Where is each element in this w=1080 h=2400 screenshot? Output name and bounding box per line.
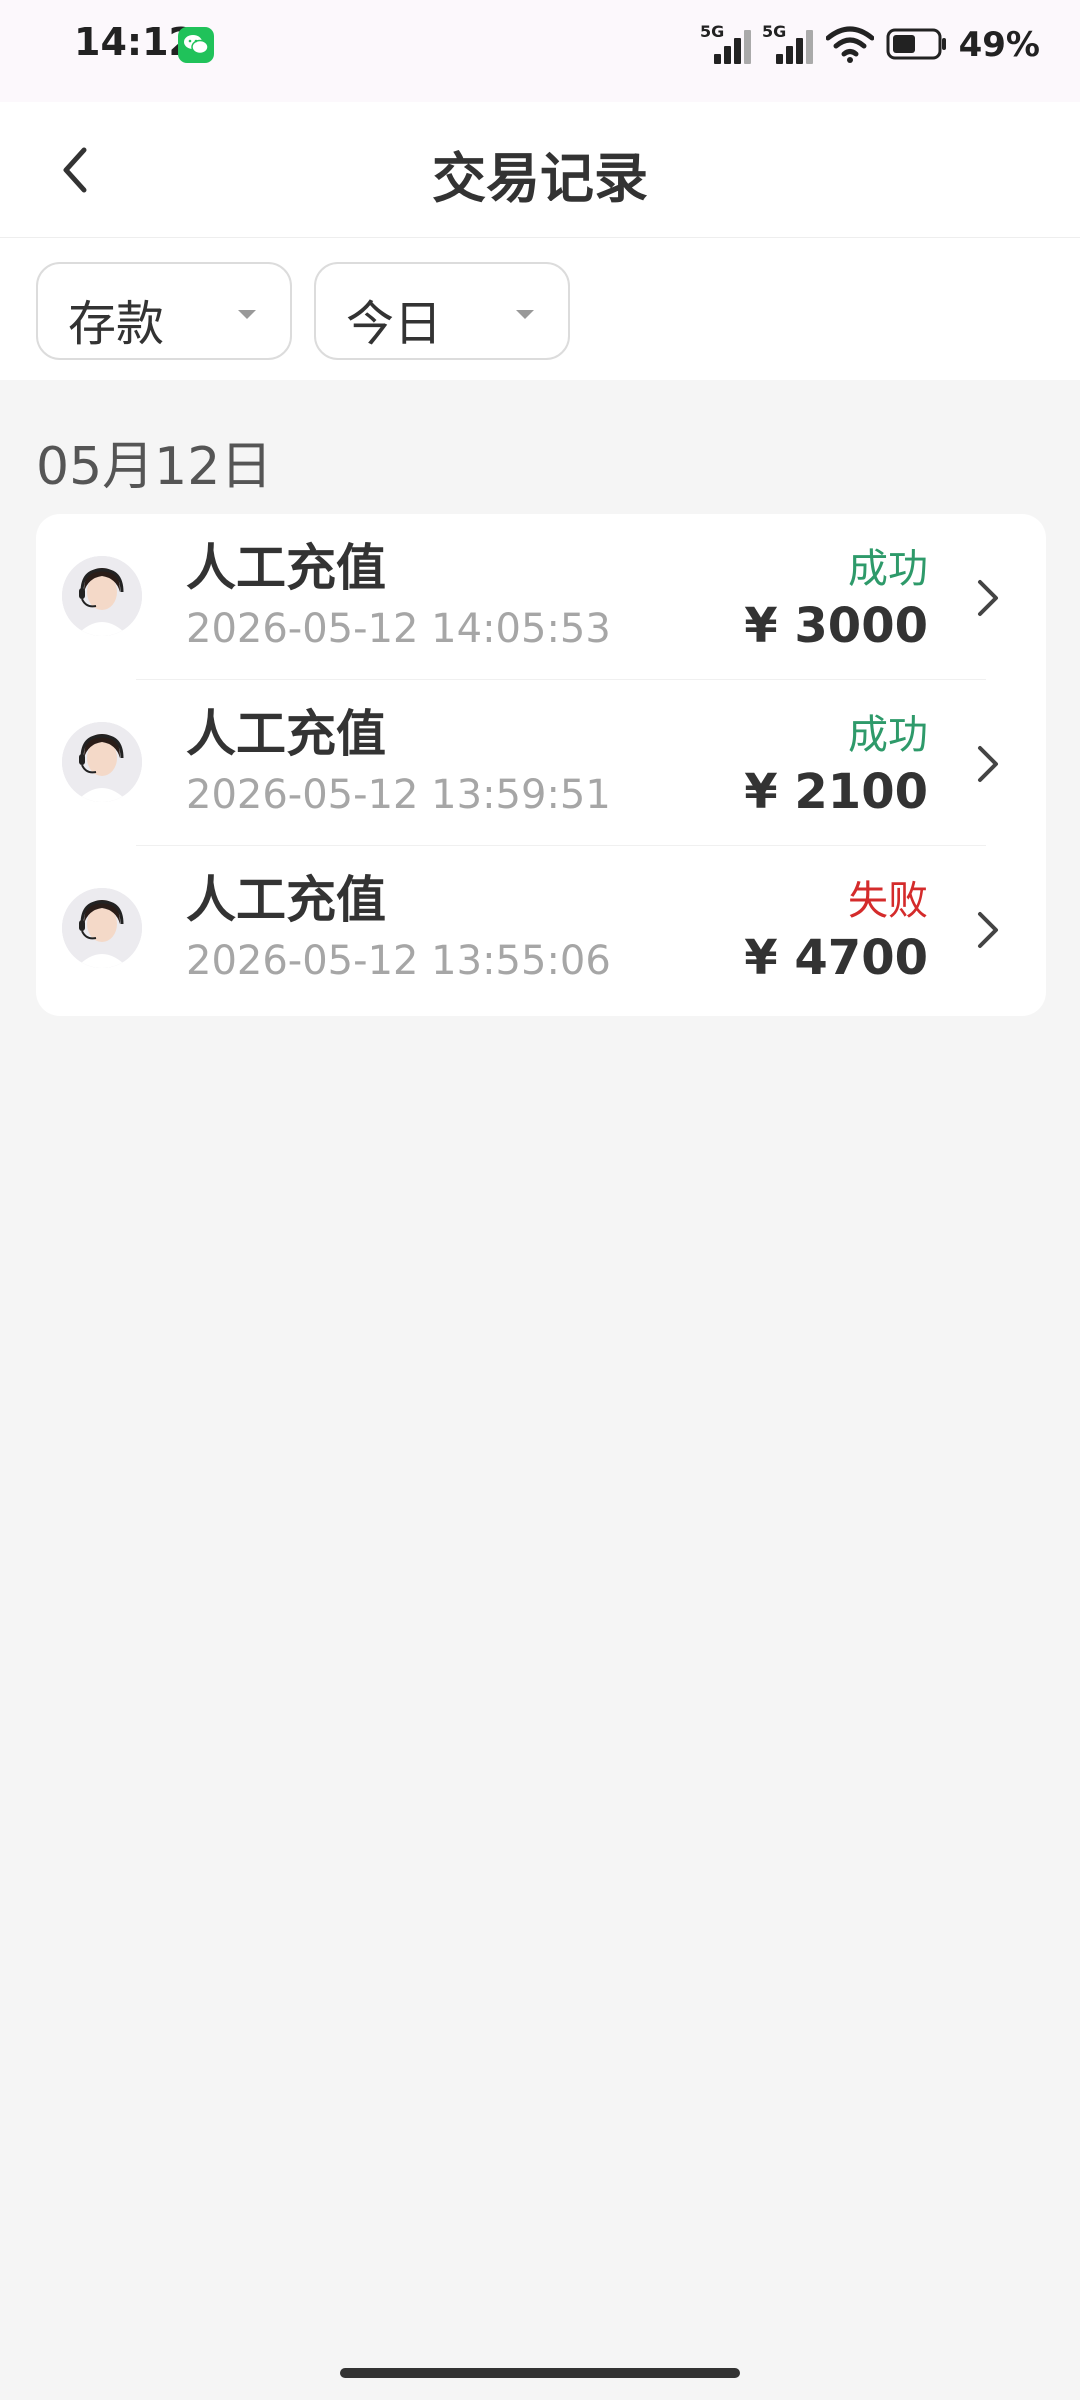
status-label: 成功 [848, 546, 928, 592]
type-filter-dropdown[interactable]: 存款 [36, 262, 292, 360]
chevron-right-icon [978, 580, 998, 616]
agent-avatar [62, 888, 142, 968]
type-filter-value: 存款 [68, 296, 165, 352]
chevron-right-icon [978, 912, 998, 948]
transaction-list: 人工充值 2026-05-12 14:05:53 成功 ¥ 3000 人工充值 … [36, 514, 1046, 1016]
status-label: 成功 [848, 712, 928, 758]
agent-avatar [62, 556, 142, 636]
wechat-icon [178, 27, 214, 63]
network-type-label: 5G [700, 22, 725, 41]
filter-bar: 存款 今日 [0, 238, 1080, 380]
battery-icon [886, 28, 946, 60]
transaction-title: 人工充值 [186, 539, 386, 597]
signal-icon: 5G [700, 20, 760, 64]
transaction-time: 2026-05-12 14:05:53 [186, 606, 611, 652]
status-bar: 14:12 5G 5G 49% [0, 0, 1080, 102]
page-title: 交易记录 [432, 147, 648, 210]
transaction-title: 人工充值 [186, 705, 386, 763]
header: 交易记录 [0, 102, 1080, 238]
status-time: 14:12 [74, 20, 195, 64]
caret-down-icon [238, 310, 256, 319]
period-filter-value: 今日 [346, 296, 443, 352]
transaction-time: 2026-05-12 13:59:51 [186, 772, 611, 818]
signal-icon: 5G [762, 20, 822, 64]
transaction-amount: ¥ 2100 [744, 764, 928, 820]
transaction-title: 人工充值 [186, 871, 386, 929]
period-filter-dropdown[interactable]: 今日 [314, 262, 570, 360]
transaction-time: 2026-05-12 13:55:06 [186, 938, 611, 984]
transaction-row[interactable]: 人工充值 2026-05-12 13:59:51 成功 ¥ 2100 [36, 680, 1046, 846]
home-indicator[interactable] [340, 2368, 740, 2378]
transaction-row[interactable]: 人工充值 2026-05-12 14:05:53 成功 ¥ 3000 [36, 514, 1046, 680]
network-type-label: 5G [762, 22, 787, 41]
battery-percentage: 49% [958, 25, 1040, 65]
status-icons: 5G 5G 49% [700, 20, 1040, 70]
transaction-amount: ¥ 4700 [744, 930, 928, 986]
chevron-right-icon [978, 746, 998, 782]
transaction-amount: ¥ 3000 [744, 598, 928, 654]
status-label: 失败 [848, 878, 928, 924]
wifi-icon [826, 26, 874, 63]
caret-down-icon [516, 310, 534, 319]
section-date: 05月12日 [36, 437, 273, 497]
agent-avatar [62, 722, 142, 802]
transaction-row[interactable]: 人工充值 2026-05-12 13:55:06 失败 ¥ 4700 [36, 846, 1046, 1012]
